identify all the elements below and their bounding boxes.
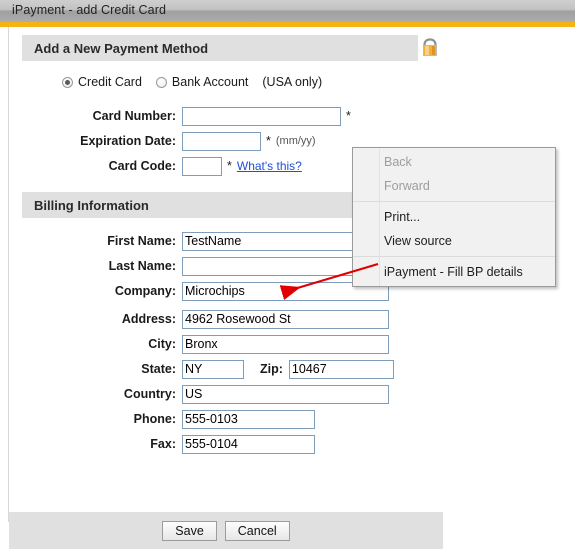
- input-fax[interactable]: [182, 434, 315, 454]
- field-row-city: City:: [62, 333, 389, 355]
- context-menu-separator-1: [353, 201, 555, 202]
- form-footer: Save Cancel: [9, 512, 443, 549]
- label-last-name: Last Name:: [108, 259, 176, 273]
- payment-type-radio-group[interactable]: Credit Card Bank Account (USA only): [62, 75, 322, 89]
- page-left-border: [8, 27, 9, 522]
- context-menu[interactable]: Back Forward Print... View source iPayme…: [352, 147, 556, 287]
- context-menu-item-print[interactable]: Print...: [353, 205, 555, 229]
- label-card-number: Card Number:: [92, 109, 176, 123]
- input-zip[interactable]: [288, 359, 394, 379]
- field-row-phone: Phone:: [62, 408, 315, 430]
- context-menu-item-back: Back: [384, 155, 412, 169]
- input-card-number[interactable]: [182, 106, 341, 126]
- radio-credit-card[interactable]: [62, 76, 73, 88]
- radio-label-bank-account: Bank Account: [171, 75, 249, 89]
- section-title-billing-information: Billing Information: [34, 198, 149, 213]
- window-title: iPayment - add Credit Card: [12, 3, 167, 17]
- input-address[interactable]: [182, 309, 389, 329]
- section-header-payment-method: Add a New Payment Method: [22, 35, 418, 61]
- radio-bank-account[interactable]: [155, 76, 167, 88]
- field-row-card-code: Card Code: * What's this?: [62, 155, 302, 177]
- context-menu-separator-2: [353, 256, 555, 257]
- whats-this-link[interactable]: What's this?: [232, 159, 302, 173]
- field-row-state-zip: State: Zip:: [62, 358, 394, 380]
- hint-expiration-format: (mm/yy): [275, 135, 316, 147]
- field-row-fax: Fax:: [62, 433, 315, 455]
- input-city[interactable]: [182, 334, 389, 354]
- required-marker-card-number: *: [346, 109, 351, 123]
- input-expiration-date[interactable]: [182, 131, 261, 151]
- field-row-company: Company:: [62, 280, 389, 302]
- input-phone[interactable]: [182, 409, 315, 429]
- field-row-first-name: First Name:: [62, 230, 389, 252]
- label-zip: Zip:: [260, 362, 283, 376]
- input-card-code[interactable]: [182, 156, 222, 176]
- label-city: City:: [148, 337, 176, 351]
- cancel-button[interactable]: Cancel: [224, 521, 290, 541]
- input-country[interactable]: [182, 384, 389, 404]
- field-row-expiration-date: Expiration Date: * (mm/yy): [62, 130, 316, 152]
- label-phone: Phone:: [133, 412, 176, 426]
- label-address: Address:: [121, 312, 176, 326]
- input-state[interactable]: [182, 359, 244, 379]
- required-marker-expiration-date: *: [266, 134, 271, 148]
- window-title-bar: iPayment - add Credit Card: [0, 0, 575, 22]
- label-expiration-date: Expiration Date:: [80, 134, 176, 148]
- padlock-icon: [420, 37, 440, 58]
- field-row-last-name: Last Name:: [62, 255, 389, 277]
- radio-label-credit-card: Credit Card: [78, 75, 142, 89]
- label-company: Company:: [114, 284, 176, 298]
- field-row-country: Country:: [62, 383, 389, 405]
- section-title-payment-method: Add a New Payment Method: [34, 41, 209, 56]
- context-menu-item-view-source[interactable]: View source: [353, 229, 555, 253]
- save-button[interactable]: Save: [162, 521, 217, 541]
- label-card-code: Card Code:: [108, 159, 176, 173]
- context-menu-item-forward: Forward: [384, 179, 430, 193]
- label-fax: Fax:: [150, 437, 176, 451]
- required-marker-card-code: *: [227, 159, 232, 173]
- field-row-card-number: Card Number: *: [62, 105, 351, 127]
- footer-button-group: Save Cancel: [9, 521, 443, 541]
- label-first-name: First Name:: [107, 234, 176, 248]
- field-row-address: Address:: [62, 308, 389, 330]
- label-country: Country:: [123, 387, 176, 401]
- context-menu-item-ipayment-fill-bp-details[interactable]: iPayment - Fill BP details: [353, 260, 555, 284]
- usa-only-note: (USA only): [262, 75, 323, 89]
- label-state: State:: [141, 362, 176, 376]
